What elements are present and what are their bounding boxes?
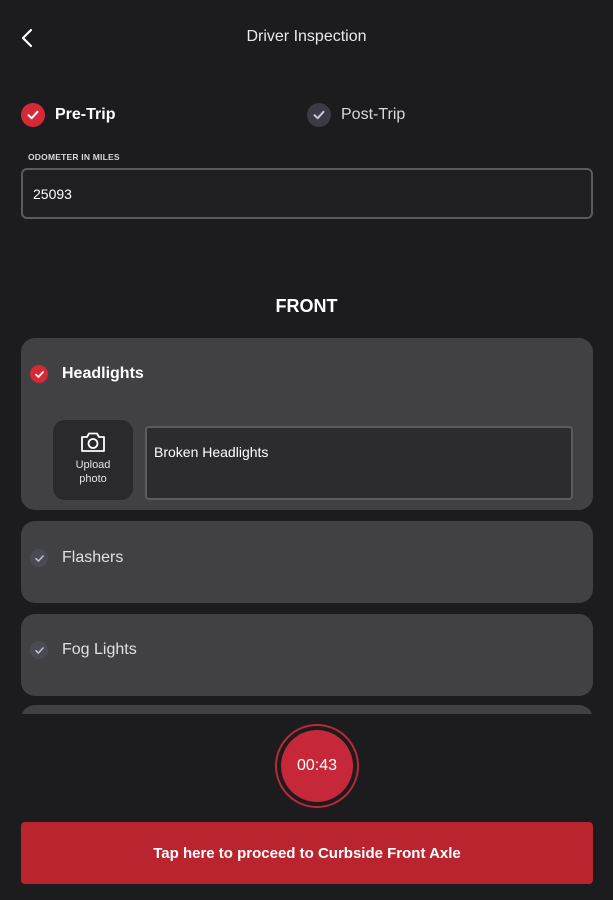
post-trip-label: Post-Trip <box>341 106 406 123</box>
page-title: Driver Inspection <box>246 28 367 45</box>
item-label: Fog Lights <box>62 641 137 658</box>
checkmark-icon <box>307 103 331 127</box>
inspection-item-headlights: Headlights Upload photo Broken Headlight… <box>21 338 593 510</box>
proceed-button[interactable]: Tap here to proceed to Curbside Front Ax… <box>21 822 593 884</box>
checkmark-icon <box>30 549 48 567</box>
camera-icon <box>81 432 105 452</box>
upload-photo-label: Upload photo <box>75 459 111 485</box>
odometer-label: ODOMETER IN MILES <box>28 152 120 162</box>
inspection-item-fog-lights[interactable]: Fog Lights <box>21 614 593 696</box>
pre-trip-option[interactable]: Pre-Trip <box>21 100 115 130</box>
post-trip-option[interactable]: Post-Trip <box>307 100 405 130</box>
pre-trip-label: Pre-Trip <box>55 106 116 123</box>
flashers-toggle[interactable]: Flashers <box>21 546 593 570</box>
section-title: FRONT <box>275 296 338 316</box>
trip-type-selector: Pre-Trip Post-Trip <box>0 100 613 130</box>
upload-photo-button[interactable]: Upload photo <box>53 420 133 500</box>
item-label: Flashers <box>62 549 124 566</box>
checkmark-icon <box>30 641 48 659</box>
defect-note-input[interactable]: Broken Headlights <box>145 426 573 500</box>
fog-lights-toggle[interactable]: Fog Lights <box>21 638 593 662</box>
timer-display: 00:43 <box>281 730 353 802</box>
checkmark-icon <box>21 103 45 127</box>
header: Driver Inspection <box>0 0 613 78</box>
checkmark-icon <box>30 365 48 383</box>
inspection-item-flashers[interactable]: Flashers <box>21 521 593 603</box>
item-label: Headlights <box>62 365 144 382</box>
timer-ring: 00:43 <box>275 724 359 808</box>
odometer-input[interactable] <box>21 168 593 219</box>
headlights-toggle[interactable]: Headlights <box>21 362 593 386</box>
